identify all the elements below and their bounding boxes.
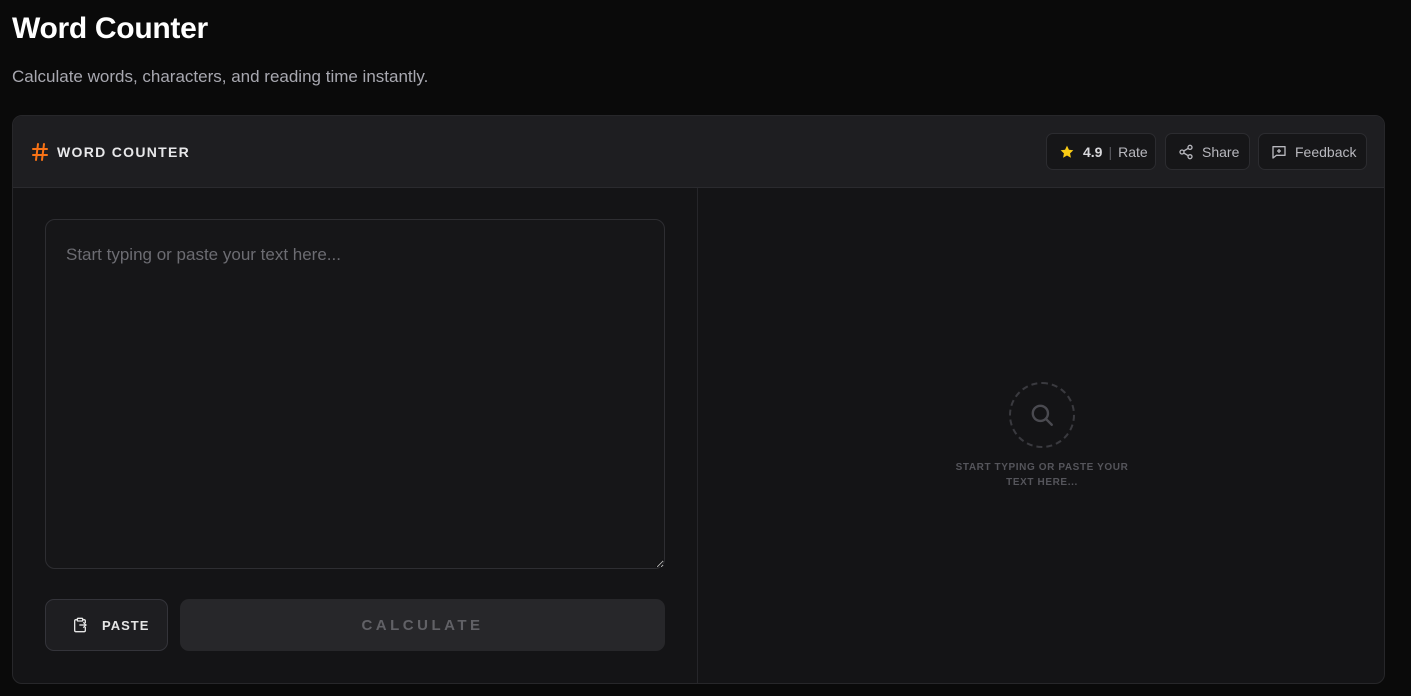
rate-button[interactable]: 4.9 | Rate bbox=[1046, 133, 1156, 170]
share-icon bbox=[1179, 144, 1193, 159]
calculate-label: CALCULATE bbox=[361, 616, 484, 634]
hash-icon bbox=[32, 143, 48, 161]
card-header: WORD COUNTER 4.9 | Rate Share Feedback bbox=[13, 116, 1384, 188]
share-label: Share bbox=[1202, 143, 1240, 160]
paste-label: PASTE bbox=[102, 617, 150, 633]
input-pane: PASTE CALCULATE bbox=[13, 188, 698, 683]
results-pane: START TYPING OR PASTE YOUR TEXT HERE... bbox=[699, 188, 1384, 683]
search-icon bbox=[1031, 404, 1053, 426]
share-button[interactable]: Share bbox=[1165, 133, 1250, 170]
feedback-label: Feedback bbox=[1295, 143, 1357, 160]
empty-state-message: START TYPING OR PASTE YOUR TEXT HERE... bbox=[955, 462, 1129, 488]
message-plus-icon bbox=[1272, 145, 1286, 159]
paste-button[interactable]: PASTE bbox=[45, 599, 168, 651]
page-subtitle: Calculate words, characters, and reading… bbox=[12, 67, 429, 86]
card-title: WORD COUNTER bbox=[57, 144, 191, 160]
rating-value: 4.9 bbox=[1083, 143, 1103, 160]
clipboard-icon bbox=[74, 617, 87, 633]
rating-separator: | bbox=[1108, 143, 1113, 160]
word-counter-card: WORD COUNTER 4.9 | Rate Share Feedback S… bbox=[12, 115, 1385, 684]
empty-state-circle bbox=[1009, 382, 1075, 448]
calculate-button[interactable]: CALCULATE bbox=[180, 599, 665, 651]
rate-label: Rate bbox=[1118, 143, 1148, 160]
feedback-button[interactable]: Feedback bbox=[1258, 133, 1367, 170]
page-title: Word Counter bbox=[12, 12, 208, 45]
text-input[interactable] bbox=[45, 219, 665, 569]
star-icon bbox=[1060, 145, 1074, 158]
